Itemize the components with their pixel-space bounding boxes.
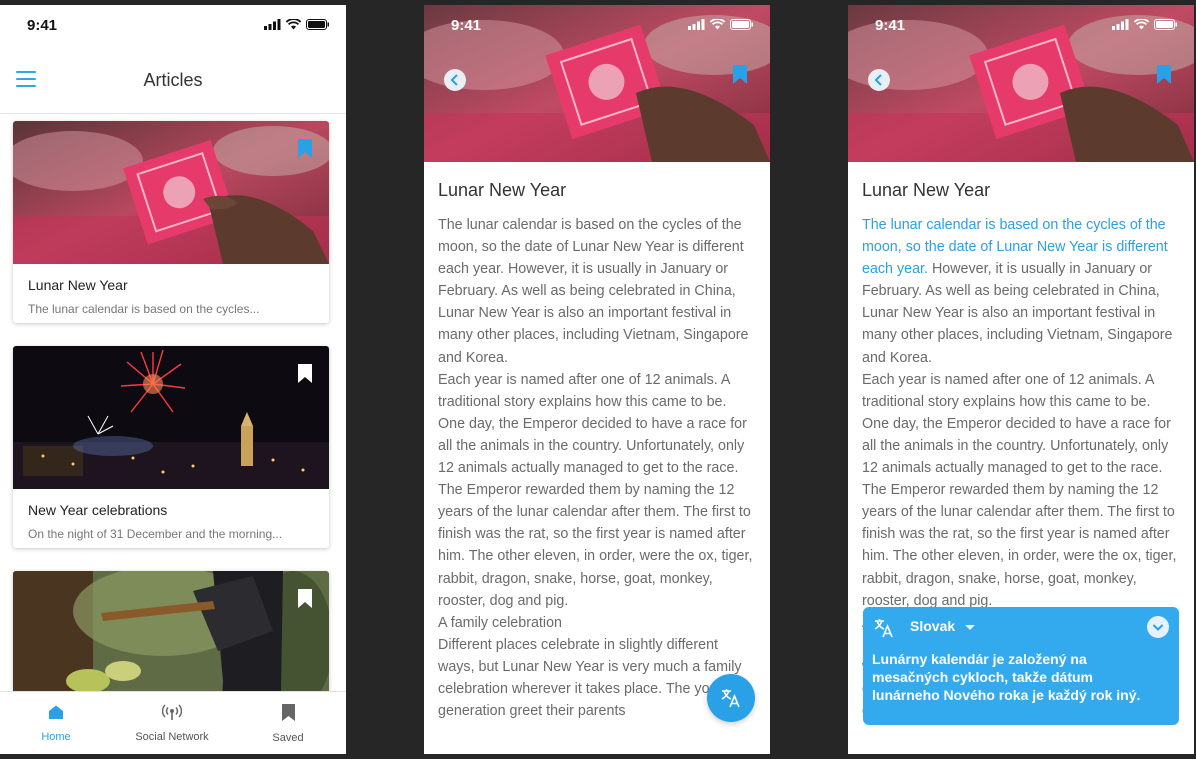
- back-button[interactable]: [868, 69, 890, 91]
- signal-icon: [264, 19, 281, 30]
- status-bar: 9:41: [848, 5, 1194, 45]
- tab-label: Saved: [272, 732, 304, 744]
- bookmark-outline-icon[interactable]: [297, 364, 313, 383]
- tab-bar: Home Social Network Saved: [0, 691, 346, 754]
- social-network-icon: [161, 704, 183, 720]
- tab-saved[interactable]: Saved: [233, 704, 343, 744]
- translation-panel: Slovak Lunárny kalendár je založený na m…: [863, 607, 1179, 725]
- back-button[interactable]: [444, 69, 466, 91]
- article-card-lunar-new-year[interactable]: Lunar New Year The lunar calendar is bas…: [13, 121, 329, 323]
- wifi-icon: [710, 19, 725, 30]
- chevron-left-icon: [450, 74, 458, 86]
- status-time: 9:41: [875, 17, 906, 34]
- bookmark-icon: [281, 704, 295, 721]
- status-time: 9:41: [451, 17, 482, 34]
- home-icon: [49, 705, 63, 719]
- chevron-down-icon: [1152, 624, 1164, 631]
- status-icons: [688, 19, 754, 30]
- battery-icon: [1154, 19, 1177, 30]
- nav-header: Articles: [0, 51, 346, 114]
- card-excerpt: On the night of 31 December and the morn…: [28, 527, 283, 541]
- status-bar: 9:41: [0, 5, 346, 45]
- translate-icon: [721, 689, 740, 708]
- tab-home[interactable]: Home: [1, 704, 111, 743]
- wifi-icon: [1134, 19, 1149, 30]
- article-body-rest: However, it is usually in January or Feb…: [438, 261, 753, 720]
- translate-icon: [874, 619, 893, 638]
- status-icons: [1112, 19, 1178, 30]
- articles-list-screen: 9:41 Articles Lunar New Year The lunar c…: [0, 5, 346, 754]
- tab-social-network[interactable]: Social Network: [117, 704, 227, 743]
- caret-down-icon[interactable]: [965, 625, 975, 630]
- card-title: New Year celebrations: [28, 502, 168, 518]
- article-detail-screen: 9:41 Lunar New Year The lunar calendar i…: [424, 5, 770, 754]
- language-selector[interactable]: Slovak: [910, 618, 955, 634]
- status-icons: [264, 19, 330, 30]
- article-translation-screen: 9:41 Lunar New Year The lunar calendar i…: [848, 5, 1194, 754]
- battery-icon: [730, 19, 753, 30]
- bookmark-filled-icon[interactable]: [732, 65, 748, 84]
- bookmark-filled-icon[interactable]: [1156, 65, 1172, 84]
- status-bar: 9:41: [424, 5, 770, 45]
- article-body: The lunar calendar is based on the cycle…: [438, 214, 756, 722]
- card-excerpt: The lunar calendar is based on the cycle…: [28, 302, 260, 316]
- battery-icon: [306, 19, 329, 30]
- tab-label: Home: [41, 731, 71, 743]
- card-title: Lunar New Year: [28, 277, 128, 293]
- signal-icon: [688, 19, 705, 30]
- page-title: Articles: [143, 70, 203, 90]
- bookmark-outline-icon[interactable]: [297, 589, 313, 608]
- wifi-icon: [286, 19, 301, 30]
- article-title: Lunar New Year: [438, 180, 567, 200]
- collapse-translation-button[interactable]: [1147, 616, 1169, 638]
- translate-button[interactable]: [707, 674, 755, 722]
- card-image-fireworks: [13, 346, 329, 489]
- card-image-red-envelope: [13, 121, 329, 264]
- signal-icon: [1112, 19, 1129, 30]
- bookmark-filled-icon[interactable]: [297, 139, 313, 158]
- status-time: 9:41: [27, 17, 58, 34]
- tab-label: Social Network: [135, 731, 209, 743]
- article-title: Lunar New Year: [862, 180, 991, 200]
- translated-text: Lunárny kalendár je založený na mesačnýc…: [872, 651, 1141, 703]
- article-card-new-year-celebrations[interactable]: New Year celebrations On the night of 31…: [13, 346, 329, 548]
- chevron-left-icon: [874, 74, 882, 86]
